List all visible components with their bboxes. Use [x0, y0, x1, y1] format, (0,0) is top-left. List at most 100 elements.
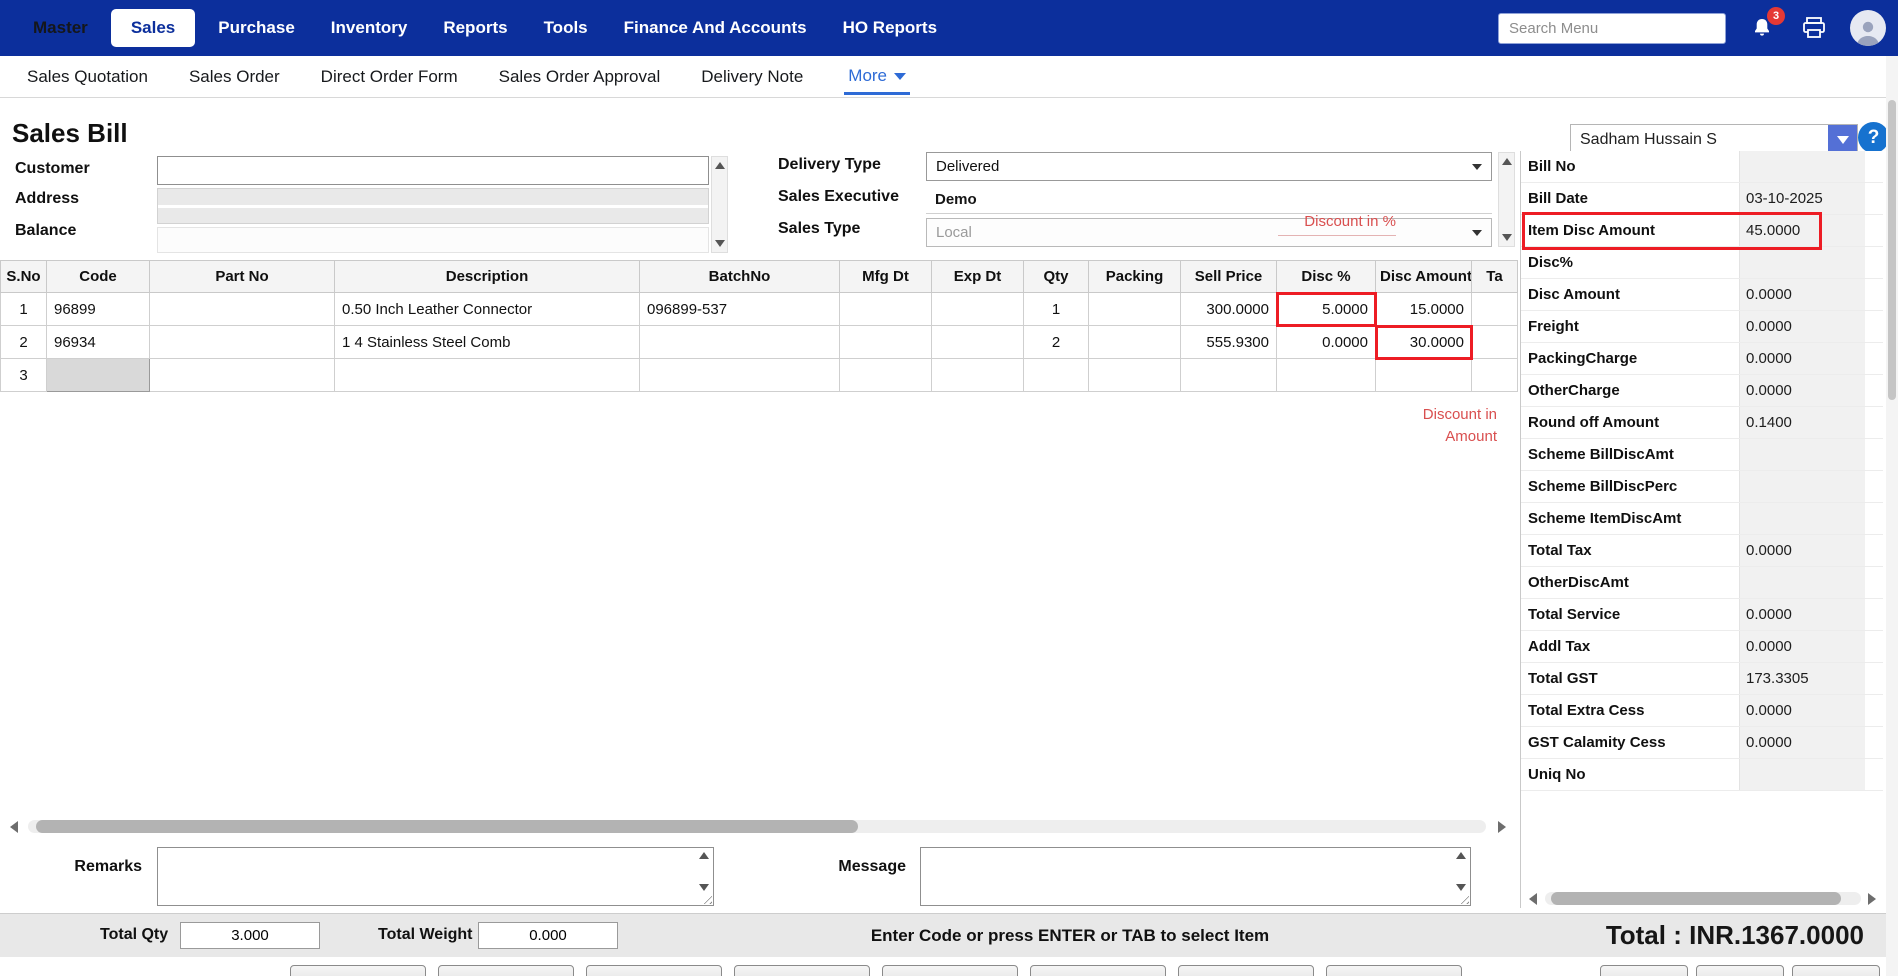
- sales-type-select[interactable]: Local: [926, 218, 1492, 247]
- grid-cell[interactable]: [639, 358, 840, 392]
- nav-item-tools[interactable]: Tools: [531, 8, 601, 48]
- grid-cell[interactable]: [1088, 358, 1181, 392]
- grid-cell[interactable]: [1088, 292, 1181, 326]
- action-button[interactable]: [882, 965, 1018, 976]
- grid-cell[interactable]: [1471, 358, 1518, 392]
- user-avatar[interactable]: [1850, 10, 1886, 46]
- action-button[interactable]: [734, 965, 870, 976]
- grid-cell[interactable]: [149, 292, 335, 326]
- action-button[interactable]: [586, 965, 722, 976]
- grid-cell[interactable]: [1276, 358, 1376, 392]
- notifications-button[interactable]: 3: [1746, 7, 1785, 44]
- scroll-down-arrow-icon[interactable]: [1456, 884, 1466, 891]
- action-button[interactable]: [1600, 965, 1688, 976]
- action-button[interactable]: [438, 965, 574, 976]
- action-button[interactable]: [290, 965, 426, 976]
- grid-cell[interactable]: 2: [0, 325, 47, 359]
- scrollbar-thumb[interactable]: [1551, 892, 1841, 905]
- scroll-down-arrow-icon[interactable]: [1501, 234, 1512, 241]
- subnav-item-sales-quotation[interactable]: Sales Quotation: [27, 67, 148, 87]
- action-button[interactable]: [1696, 965, 1784, 976]
- grid-cell[interactable]: [149, 325, 335, 359]
- panel-horizontal-scrollbar[interactable]: [1521, 890, 1884, 907]
- scroll-right-arrow-icon[interactable]: [1864, 891, 1880, 906]
- grid-cell[interactable]: [839, 325, 932, 359]
- grid-cell[interactable]: 5.0000: [1275, 291, 1377, 327]
- scrollbar-thumb[interactable]: [1888, 100, 1896, 400]
- subnav-item-delivery-note[interactable]: Delivery Note: [701, 67, 803, 87]
- delivery-type-select[interactable]: Delivered: [926, 152, 1492, 181]
- scroll-left-arrow-icon[interactable]: [1525, 891, 1541, 906]
- grid-cell[interactable]: [1088, 325, 1181, 359]
- scroll-up-arrow-icon[interactable]: [1501, 158, 1512, 165]
- grid-cell[interactable]: [1180, 358, 1277, 392]
- subnav-item-sales-order[interactable]: Sales Order: [189, 67, 280, 87]
- scroll-up-arrow-icon[interactable]: [714, 162, 725, 169]
- help-icon[interactable]: ?: [1858, 122, 1889, 153]
- scroll-up-arrow-icon[interactable]: [1456, 852, 1466, 859]
- print-button[interactable]: [1798, 12, 1830, 44]
- nav-item-finance-and-accounts[interactable]: Finance And Accounts: [611, 8, 820, 48]
- scrollbar-thumb[interactable]: [36, 820, 858, 833]
- total-weight-input[interactable]: [478, 922, 618, 949]
- grid-cell[interactable]: 1 4 Stainless Steel Comb: [334, 325, 640, 359]
- action-button[interactable]: [1030, 965, 1166, 976]
- total-qty-input[interactable]: [180, 922, 320, 949]
- action-button[interactable]: [1178, 965, 1314, 976]
- subnav-item-direct-order-form[interactable]: Direct Order Form: [321, 67, 458, 87]
- grid-cell[interactable]: [1471, 292, 1518, 326]
- sales-executive-field[interactable]: Demo: [926, 186, 1492, 214]
- grid-cell[interactable]: 0.0000: [1276, 325, 1376, 359]
- grid-cell[interactable]: [1023, 358, 1089, 392]
- scroll-right-arrow-icon[interactable]: [1494, 819, 1510, 834]
- grid-cell[interactable]: 3: [0, 358, 47, 392]
- grid-cell[interactable]: 1: [0, 292, 47, 326]
- customer-input[interactable]: [157, 156, 709, 185]
- message-textarea[interactable]: [921, 848, 1470, 905]
- grid-horizontal-scrollbar[interactable]: [0, 818, 1517, 835]
- scroll-left-arrow-icon[interactable]: [6, 819, 22, 834]
- nav-item-reports[interactable]: Reports: [430, 8, 520, 48]
- customer-block-scrollbar[interactable]: [711, 156, 728, 253]
- action-button[interactable]: [1792, 965, 1880, 976]
- nav-item-sales[interactable]: Sales: [110, 9, 196, 47]
- action-button[interactable]: [1326, 965, 1462, 976]
- grid-cell[interactable]: 96934: [46, 325, 150, 359]
- subnav-item-sales-order-approval[interactable]: Sales Order Approval: [499, 67, 661, 87]
- grid-cell[interactable]: 0.50 Inch Leather Connector: [334, 292, 640, 326]
- form-block-scrollbar[interactable]: [1498, 152, 1515, 247]
- page-vertical-scrollbar[interactable]: [1886, 56, 1898, 976]
- nav-item-master[interactable]: Master: [20, 8, 101, 48]
- grid-cell[interactable]: 30.0000: [1374, 324, 1473, 360]
- grid-cell[interactable]: 15.0000: [1375, 292, 1472, 326]
- grid-cell[interactable]: 2: [1023, 325, 1089, 359]
- scroll-down-arrow-icon[interactable]: [714, 240, 725, 247]
- grid-cell[interactable]: [839, 292, 932, 326]
- grid-cell[interactable]: [1471, 325, 1518, 359]
- grid-cell[interactable]: 96899: [46, 292, 150, 326]
- search-input[interactable]: [1498, 12, 1726, 44]
- grid-cell[interactable]: [639, 325, 840, 359]
- grid-cell[interactable]: [334, 358, 640, 392]
- grid-cell[interactable]: [1375, 358, 1472, 392]
- grid-cell[interactable]: [931, 358, 1024, 392]
- nav-item-inventory[interactable]: Inventory: [318, 8, 421, 48]
- nav-item-purchase[interactable]: Purchase: [205, 8, 308, 48]
- grid-cell[interactable]: 1: [1023, 292, 1089, 326]
- scroll-up-arrow-icon[interactable]: [699, 852, 709, 859]
- grid-cell[interactable]: [839, 358, 932, 392]
- grid-cell[interactable]: 300.0000: [1180, 292, 1277, 326]
- grid-cell[interactable]: [149, 358, 335, 392]
- grid-cell[interactable]: [931, 292, 1024, 326]
- subnav-item-more[interactable]: More: [844, 58, 911, 95]
- grid-cell[interactable]: [46, 358, 150, 392]
- nav-item-ho-reports[interactable]: HO Reports: [830, 8, 950, 48]
- remarks-textarea[interactable]: [158, 848, 713, 905]
- select-dropdown-button[interactable]: [1828, 125, 1857, 154]
- scrollbar-track[interactable]: [1545, 892, 1861, 905]
- scrollbar-track[interactable]: [28, 820, 1486, 833]
- grid-cell[interactable]: 096899-537: [639, 292, 840, 326]
- grid-cell[interactable]: 555.9300: [1180, 325, 1277, 359]
- scroll-down-arrow-icon[interactable]: [699, 884, 709, 891]
- grid-cell[interactable]: [931, 325, 1024, 359]
